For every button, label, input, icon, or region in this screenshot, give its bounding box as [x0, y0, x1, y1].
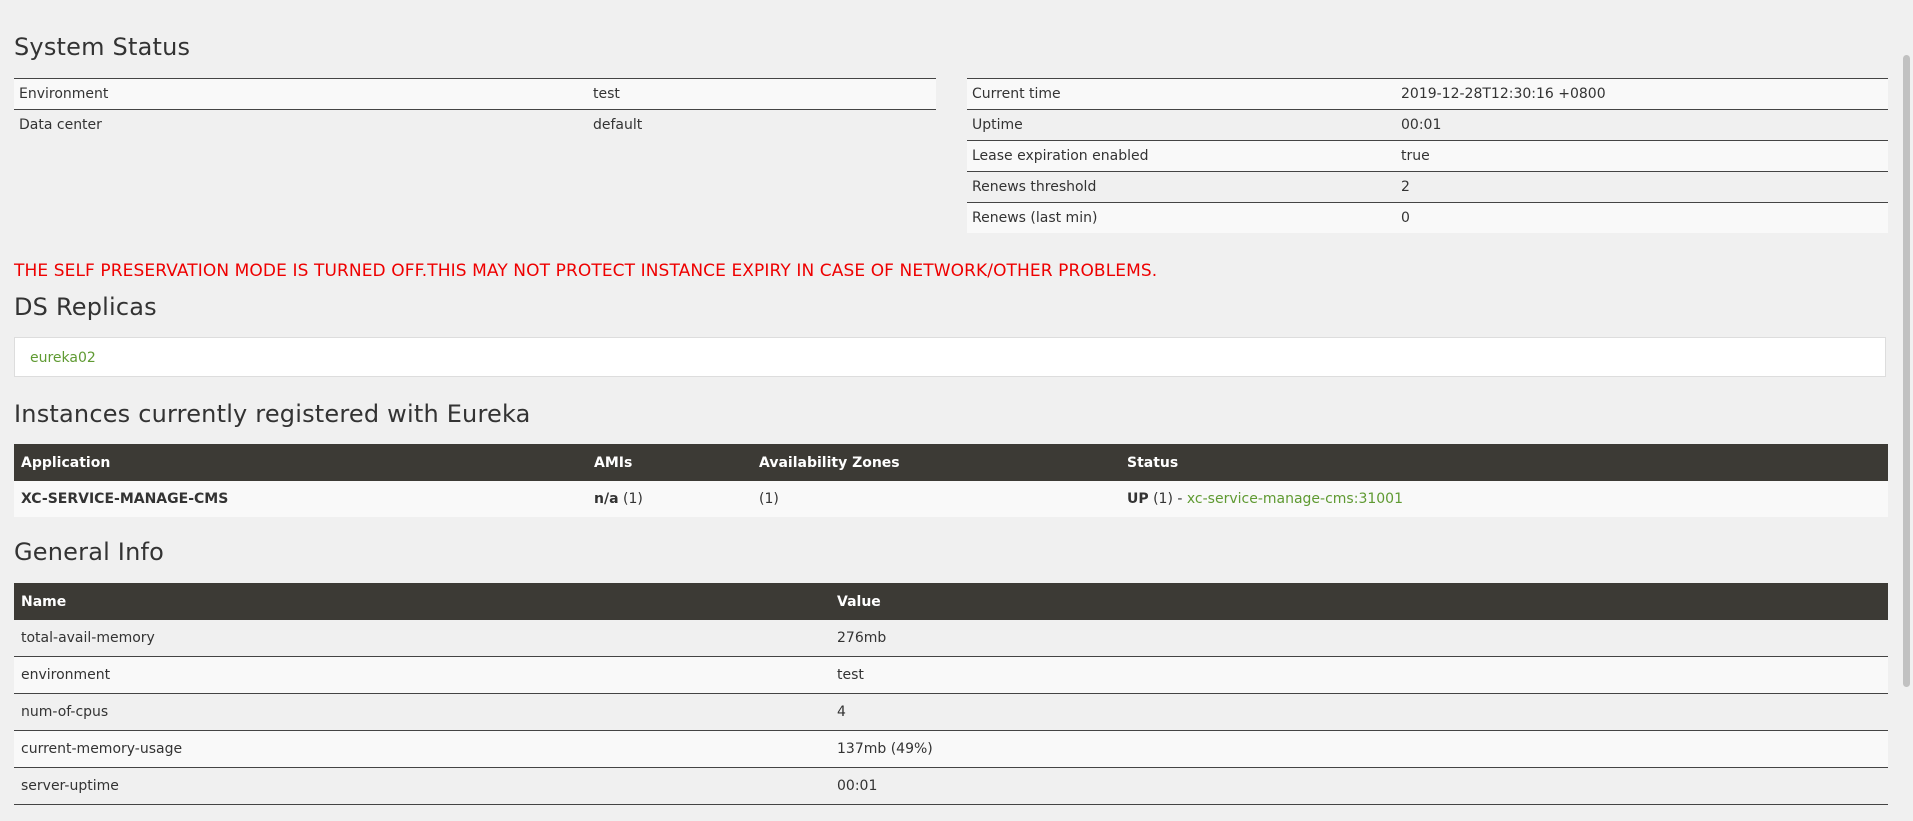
- table-header-row: Name Value: [14, 583, 1888, 620]
- table-row: server-uptime 00:01: [14, 767, 1888, 805]
- table-row: Renews (last min) 0: [967, 202, 1888, 233]
- info-value: 00:01: [830, 767, 1888, 805]
- table-row: num-of-cpus 4: [14, 693, 1888, 731]
- table-row: total-avail-memory 276mb: [14, 620, 1888, 657]
- table-header-row: Application AMIs Availability Zones Stat…: [14, 444, 1888, 481]
- scrollbar-thumb[interactable]: [1903, 55, 1910, 687]
- table-row: Uptime 00:01: [967, 109, 1888, 141]
- column-header-amis: AMIs: [587, 444, 752, 481]
- column-header-status: Status: [1120, 444, 1888, 481]
- vertical-scrollbar[interactable]: [1899, 0, 1913, 821]
- row-label: Current time: [967, 78, 1396, 110]
- environment-table: Environment test Data center default: [14, 78, 936, 140]
- row-label: Environment: [14, 78, 588, 110]
- table-row: Environment test: [14, 78, 936, 110]
- ds-replicas-list: eureka02: [14, 337, 1886, 377]
- eureka-dashboard: System Status Environment test Data cent…: [0, 0, 1913, 821]
- instance-amis: n/a (1): [587, 481, 752, 517]
- amis-value: n/a: [594, 491, 619, 507]
- table-row: XC-SERVICE-MANAGE-CMS n/a (1) (1) UP (1)…: [14, 481, 1888, 517]
- general-info-title: General Info: [14, 538, 165, 566]
- row-label: Uptime: [967, 109, 1396, 141]
- row-value: 0: [1396, 202, 1888, 233]
- info-name: environment: [14, 656, 830, 694]
- instances-table: Application AMIs Availability Zones Stat…: [14, 444, 1888, 517]
- row-value: test: [588, 78, 936, 110]
- table-row: Data center default: [14, 109, 936, 140]
- table-row: environment test: [14, 656, 1888, 694]
- instance-link[interactable]: xc-service-manage-cms:31001: [1187, 491, 1403, 507]
- time-status-table: Current time 2019-12-28T12:30:16 +0800 U…: [967, 78, 1888, 233]
- instance-application: XC-SERVICE-MANAGE-CMS: [14, 481, 587, 517]
- status-count: (1) -: [1153, 491, 1183, 507]
- row-label: Renews threshold: [967, 171, 1396, 203]
- row-label: Lease expiration enabled: [967, 140, 1396, 172]
- instance-zones: (1): [752, 481, 1120, 517]
- table-row: Renews threshold 2: [967, 171, 1888, 203]
- info-value: test: [830, 656, 1888, 694]
- row-value: default: [588, 109, 936, 140]
- info-value: 276mb: [830, 620, 1888, 657]
- info-value: 4: [830, 693, 1888, 731]
- info-name: num-of-cpus: [14, 693, 830, 731]
- self-preservation-warning: THE SELF PRESERVATION MODE IS TURNED OFF…: [14, 261, 1158, 281]
- row-label: Data center: [14, 109, 588, 140]
- column-header-value: Value: [830, 583, 1888, 620]
- row-value: 00:01: [1396, 109, 1888, 141]
- replica-link-eureka02[interactable]: eureka02: [30, 350, 96, 366]
- instance-status: UP (1) - xc-service-manage-cms:31001: [1120, 481, 1888, 517]
- info-value: 137mb (49%): [830, 730, 1888, 768]
- amis-count: (1): [622, 491, 643, 507]
- info-name: current-memory-usage: [14, 730, 830, 768]
- row-value: true: [1396, 140, 1888, 172]
- general-info-table: Name Value total-avail-memory 276mb envi…: [14, 583, 1888, 805]
- row-label: Renews (last min): [967, 202, 1396, 233]
- info-name: total-avail-memory: [14, 620, 830, 657]
- table-row: Current time 2019-12-28T12:30:16 +0800: [967, 78, 1888, 110]
- row-value: 2: [1396, 171, 1888, 203]
- table-row: Lease expiration enabled true: [967, 140, 1888, 172]
- column-header-name: Name: [14, 583, 830, 620]
- instances-title: Instances currently registered with Eure…: [14, 400, 531, 428]
- info-name: server-uptime: [14, 767, 830, 805]
- table-row: current-memory-usage 137mb (49%): [14, 730, 1888, 768]
- column-header-application: Application: [14, 444, 587, 481]
- ds-replicas-title: DS Replicas: [14, 293, 157, 321]
- system-status-title: System Status: [14, 33, 191, 61]
- column-header-availability-zones: Availability Zones: [752, 444, 1120, 481]
- status-value: UP: [1127, 491, 1149, 507]
- row-value: 2019-12-28T12:30:16 +0800: [1396, 78, 1888, 110]
